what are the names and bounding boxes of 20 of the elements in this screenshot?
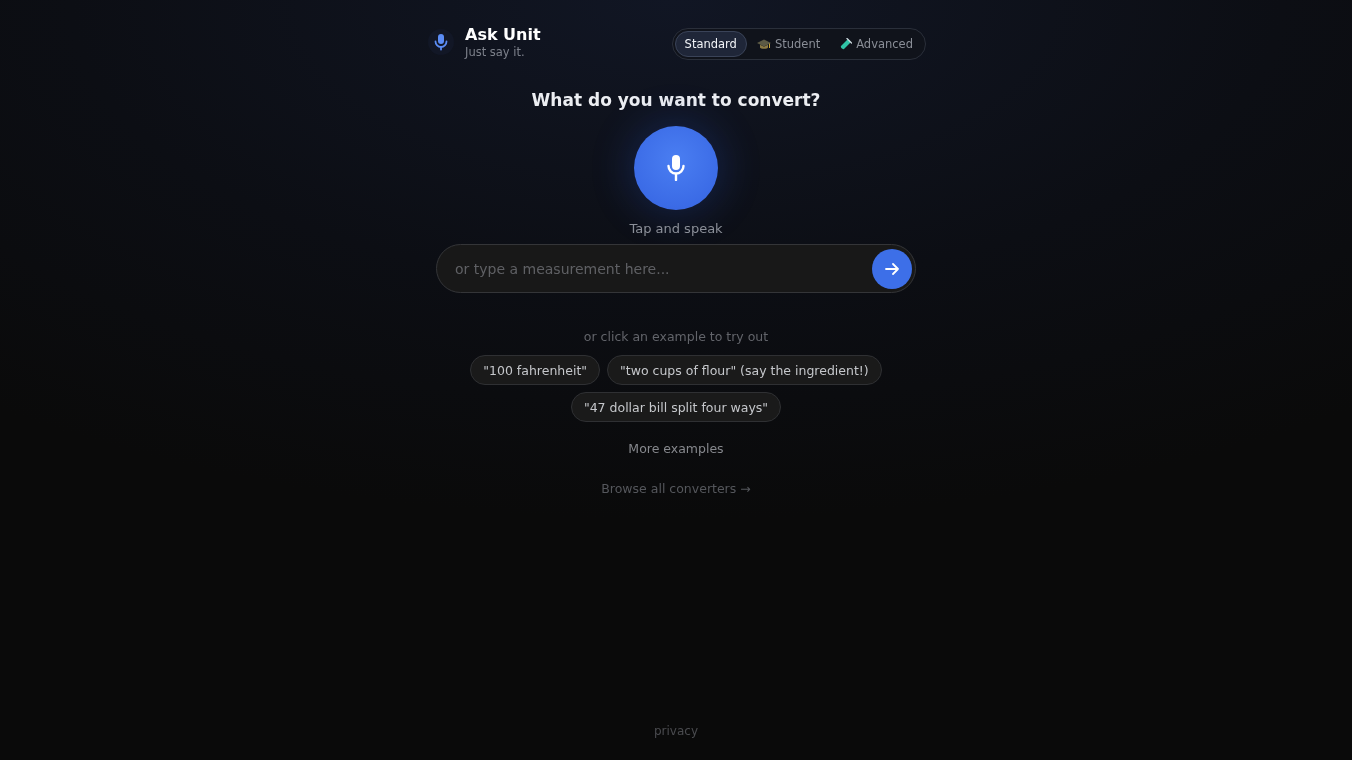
- more-examples-button[interactable]: More examples: [628, 441, 724, 457]
- measurement-input[interactable]: or type a measurement here...: [455, 245, 872, 292]
- submit-button[interactable]: [872, 248, 912, 289]
- examples-intro: or click an example to try out: [583, 329, 769, 345]
- test-tube-icon: [840, 38, 853, 50]
- app-title: Ask Unit: [465, 24, 541, 45]
- mode-tab[interactable]: Standard: [674, 31, 747, 57]
- example-chip[interactable]: "47 dollar bill split four ways": [570, 392, 782, 422]
- microphone-icon: [667, 155, 685, 181]
- voice-hint: Tap and speak: [629, 220, 723, 238]
- mode-tab[interactable]: Advanced: [830, 31, 923, 57]
- example-chip[interactable]: "two cups of flour" (say the ingredient!): [607, 355, 882, 385]
- example-chip[interactable]: "100 fahrenheit": [470, 355, 601, 385]
- prompt-heading: What do you want to convert?: [531, 89, 821, 111]
- graduation-cap-icon: [756, 38, 771, 50]
- app-tagline: Just say it.: [465, 44, 526, 60]
- microphone-logo-icon: [428, 29, 454, 55]
- mode-tab[interactable]: Student: [746, 31, 831, 57]
- search-bar[interactable]: or type a measurement here...: [436, 244, 916, 293]
- arrow-right-icon: [885, 262, 899, 275]
